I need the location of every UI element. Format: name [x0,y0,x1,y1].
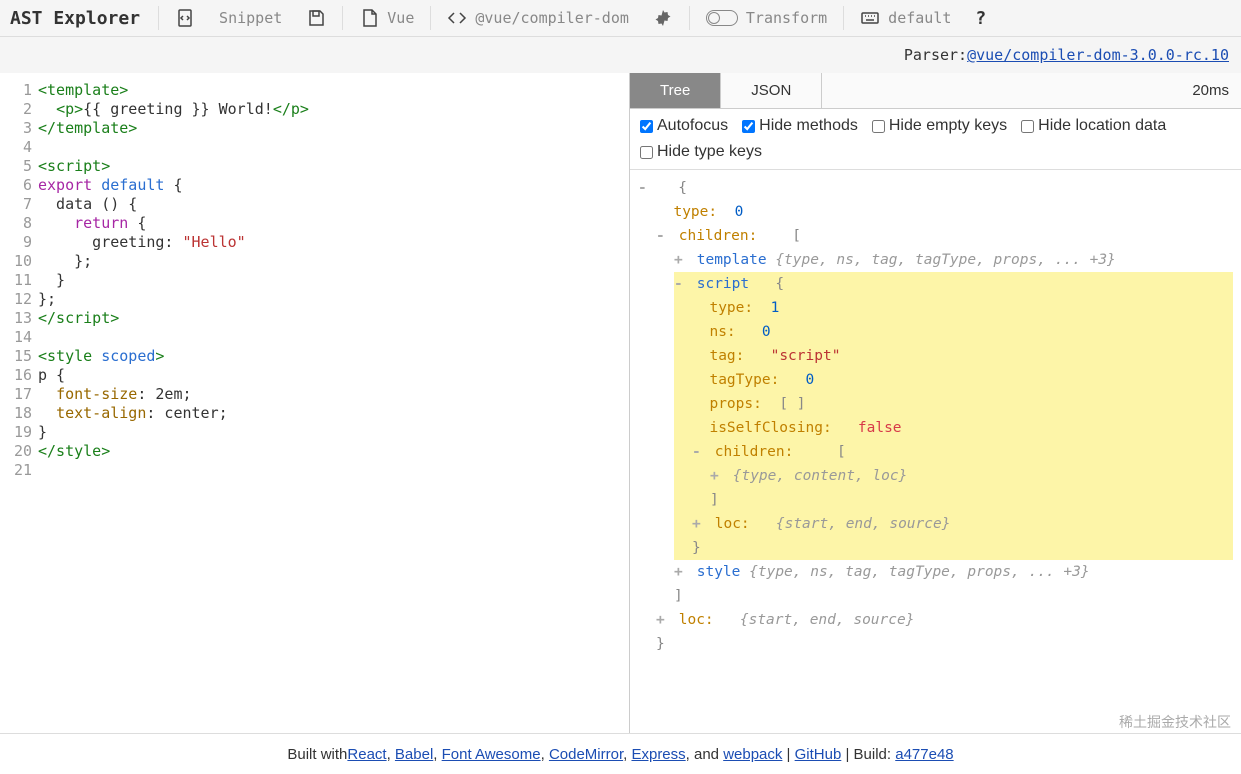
footer: Built with React, Babel, Font Awesome, C… [0,733,1241,774]
expand-icon[interactable]: + [710,464,724,488]
language-menu[interactable]: Vue [349,0,424,36]
code-line[interactable]: text-align: center; [38,404,629,423]
keyboard-icon [860,8,880,28]
parser-version-link[interactable]: @vue/compiler-dom-3.0.0-rc.10 [967,46,1229,64]
code-line[interactable]: }; [38,252,629,271]
toolbar: AST Explorer Snippet Vue @vue/compiler-d… [0,0,1241,37]
tab-tree[interactable]: Tree [630,73,721,108]
code-line[interactable]: } [38,423,629,442]
parser-label: Parser: [904,46,967,64]
footer-link[interactable]: React [347,746,386,763]
code-icon [447,8,467,28]
code-line[interactable]: </template> [38,119,629,138]
expand-icon[interactable]: + [674,248,688,272]
save-button[interactable] [296,0,336,36]
code-line[interactable]: return { [38,214,629,233]
code-line[interactable]: <style scoped> [38,347,629,366]
output-panel: Tree JSON 20ms Autofocus Hide methods Hi… [630,73,1241,733]
code-line[interactable]: p { [38,366,629,385]
keymap-menu[interactable]: default [850,0,961,36]
code-line[interactable]: <script> [38,157,629,176]
collapse-icon[interactable]: - [674,272,688,296]
code-line[interactable] [38,328,629,347]
app-logo: AST Explorer [10,8,152,29]
footer-link[interactable]: Font Awesome [442,746,541,763]
tab-json[interactable]: JSON [721,73,822,108]
file-code-icon [175,8,195,28]
transform-toggle[interactable]: Transform [696,0,837,36]
help-icon: ? [975,8,986,29]
ast-tree[interactable]: - { type: 0 - children: [ + template {ty… [630,170,1241,733]
collapse-icon[interactable]: - [638,176,652,200]
collapse-icon[interactable]: - [656,224,670,248]
code-line[interactable] [38,461,629,480]
save-icon [306,8,326,28]
code-line[interactable]: export default { [38,176,629,195]
build-link[interactable]: a477e48 [895,746,953,763]
code-line[interactable]: data () { [38,195,629,214]
code-line[interactable]: } [38,271,629,290]
code-editor[interactable]: 123456789101112131415161718192021 <templ… [0,73,630,733]
opt-autofocus[interactable]: Autofocus [640,117,728,135]
code-line[interactable]: <p>{{ greeting }} World!</p> [38,100,629,119]
new-snippet-button[interactable] [165,0,205,36]
footer-link[interactable]: Babel [395,746,433,763]
opt-hide-location[interactable]: Hide location data [1021,117,1166,135]
output-tabs: Tree JSON 20ms [630,73,1241,109]
footer-link[interactable]: CodeMirror [549,746,623,763]
collapse-icon[interactable]: - [692,440,706,464]
code-line[interactable]: </script> [38,309,629,328]
expand-icon[interactable]: + [692,512,706,536]
code-line[interactable]: font-size: 2em; [38,385,629,404]
opt-hide-methods[interactable]: Hide methods [742,117,858,135]
parser-menu[interactable]: @vue/compiler-dom [437,0,639,36]
footer-link[interactable]: webpack [723,746,782,763]
parser-info-bar: Parser: @vue/compiler-dom-3.0.0-rc.10 [0,37,1241,73]
toggle-icon [706,10,738,26]
line-gutter: 123456789101112131415161718192021 [0,81,38,733]
code-line[interactable]: <template> [38,81,629,100]
code-line[interactable]: greeting: "Hello" [38,233,629,252]
snippet-menu[interactable]: Snippet [209,0,292,36]
footer-link[interactable]: GitHub [795,746,842,763]
tree-options: Autofocus Hide methods Hide empty keys H… [630,109,1241,170]
opt-hide-type-keys[interactable]: Hide type keys [640,143,762,161]
expand-icon[interactable]: + [674,560,688,584]
code-line[interactable]: }; [38,290,629,309]
expand-icon[interactable]: + [656,608,670,632]
code-line[interactable]: </style> [38,442,629,461]
help-button[interactable]: ? [965,0,996,36]
parser-settings-button[interactable] [643,0,683,36]
code-line[interactable] [38,138,629,157]
watermark: 稀土掘金技术社区 [1119,712,1231,732]
parse-time: 20ms [1192,82,1241,99]
file-icon [359,8,379,28]
opt-hide-empty-keys[interactable]: Hide empty keys [872,117,1007,135]
gear-icon [653,8,673,28]
footer-link[interactable]: Express [631,746,685,763]
